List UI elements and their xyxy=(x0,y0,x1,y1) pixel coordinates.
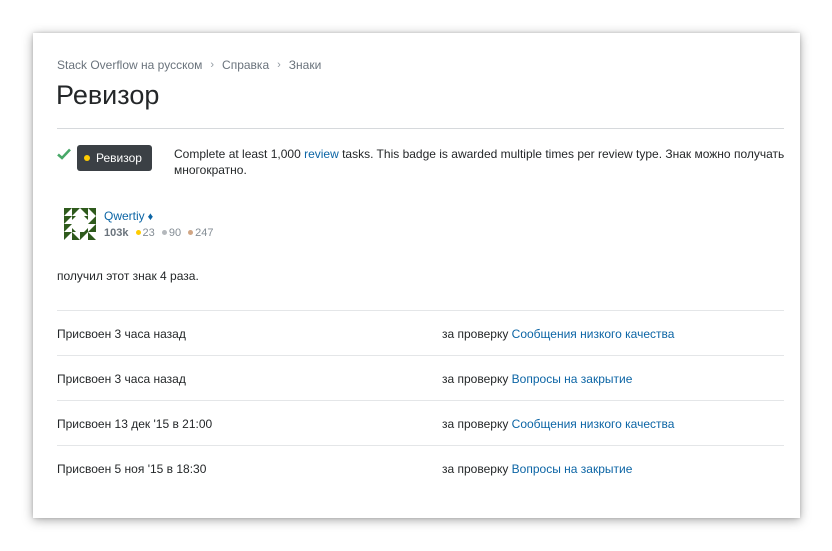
review-queue-link[interactable]: Вопросы на закрытие xyxy=(512,372,633,386)
chevron-right-icon: › xyxy=(210,59,215,71)
award-date: Присвоен 3 часа назад xyxy=(57,372,186,386)
award-reason: за проверку Сообщения низкого качества xyxy=(442,417,674,431)
reputation: 103k xyxy=(104,227,129,239)
badge-description-text: Complete at least 1,000 xyxy=(174,147,305,161)
badge-summary: Ревизор Complete at least 1,000 review t… xyxy=(57,143,784,183)
divider xyxy=(57,128,784,129)
award-row: Присвоен 3 часа назад за проверку Сообще… xyxy=(57,310,784,355)
award-reason: за проверку Сообщения низкого качества xyxy=(442,327,674,341)
silver-count: 90 xyxy=(168,227,182,239)
user-stats: 103k 23 90 247 xyxy=(104,227,214,239)
award-reason-prefix: за проверку xyxy=(442,327,509,341)
user-name-line: Qwertiy ♦ xyxy=(104,209,153,223)
badge-pill[interactable]: Ревизор xyxy=(77,145,152,171)
bronze-badge-dot xyxy=(188,230,194,236)
award-row: Присвоен 3 часа назад за проверку Вопрос… xyxy=(57,355,784,400)
moderator-diamond-icon: ♦ xyxy=(147,211,154,223)
award-reason-prefix: за проверку xyxy=(442,417,509,431)
breadcrumb: Stack Overflow на русском › Справка › Зн… xyxy=(57,58,321,72)
page-title: Ревизор xyxy=(56,80,160,110)
breadcrumb-badges[interactable]: Знаки xyxy=(289,58,322,72)
avatar[interactable] xyxy=(64,208,96,240)
gold-badge-dot xyxy=(84,155,90,161)
badge-name: Ревизор xyxy=(96,151,142,165)
silver-badge-dot xyxy=(161,230,167,236)
bronze-count: 247 xyxy=(195,227,214,239)
chevron-right-icon: › xyxy=(277,59,281,71)
awards-list: Присвоен 3 часа назад за проверку Сообще… xyxy=(57,310,784,490)
award-reason: за проверку Вопросы на закрытие xyxy=(442,372,632,386)
user-name-link[interactable]: Qwertiy xyxy=(104,209,145,223)
award-date: Присвоен 13 дек '15 в 21:00 xyxy=(57,417,213,431)
review-link[interactable]: review xyxy=(304,147,339,161)
award-row: Присвоен 13 дек '15 в 21:00 за проверку … xyxy=(57,400,784,445)
award-reason: за проверку Вопросы на закрытие xyxy=(442,462,632,476)
award-date: Присвоен 3 часа назад xyxy=(57,327,186,341)
gold-badge-dot xyxy=(135,230,141,236)
breadcrumb-site[interactable]: Stack Overflow на русском xyxy=(57,58,202,72)
award-reason-prefix: за проверку xyxy=(442,372,509,386)
review-queue-link[interactable]: Вопросы на закрытие xyxy=(512,462,633,476)
badge-description: Complete at least 1,000 review tasks. Th… xyxy=(174,146,786,178)
badge-page-card: Stack Overflow на русском › Справка › Зн… xyxy=(33,33,800,518)
gold-count: 23 xyxy=(142,227,155,239)
review-queue-link[interactable]: Сообщения низкого качества xyxy=(512,417,675,431)
award-reason-prefix: за проверку xyxy=(442,462,509,476)
breadcrumb-help[interactable]: Справка xyxy=(222,58,269,72)
check-icon xyxy=(57,148,71,160)
award-date: Присвоен 5 ноя '15 в 18:30 xyxy=(57,462,207,476)
review-queue-link[interactable]: Сообщения низкого качества xyxy=(512,327,675,341)
award-row: Присвоен 5 ноя '15 в 18:30 за проверку В… xyxy=(57,445,784,490)
received-count-text: получил этот знак 4 раза. xyxy=(57,269,199,283)
